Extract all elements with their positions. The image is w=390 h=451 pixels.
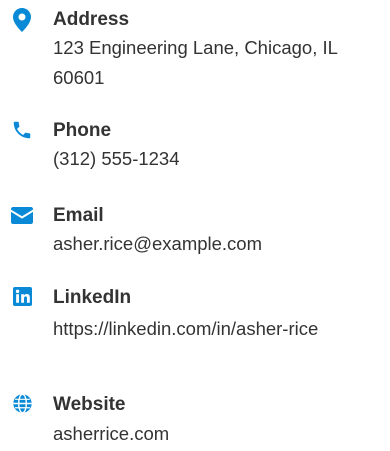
phone-icon bbox=[10, 118, 34, 142]
globe-icon bbox=[10, 391, 34, 415]
phone-label: Phone bbox=[53, 120, 112, 141]
website-label: Website bbox=[53, 394, 126, 415]
address-value: 123 Engineering Lane, Chicago, IL 60601 bbox=[53, 37, 338, 88]
linkedin-label: LinkedIn bbox=[53, 287, 132, 308]
map-pin-icon bbox=[10, 8, 34, 32]
linkedin-icon bbox=[10, 284, 34, 308]
envelope-icon bbox=[10, 203, 34, 227]
email-label: Email bbox=[53, 205, 104, 226]
linkedin-value[interactable]: https://linkedin.com/in/asher-rice bbox=[53, 314, 387, 344]
website-value[interactable]: asherrice.com bbox=[53, 419, 387, 449]
phone-value[interactable]: (312) 555-1234 bbox=[53, 144, 387, 174]
address-label: Address bbox=[53, 9, 130, 30]
email-value[interactable]: asher.rice@example.com bbox=[53, 229, 387, 259]
